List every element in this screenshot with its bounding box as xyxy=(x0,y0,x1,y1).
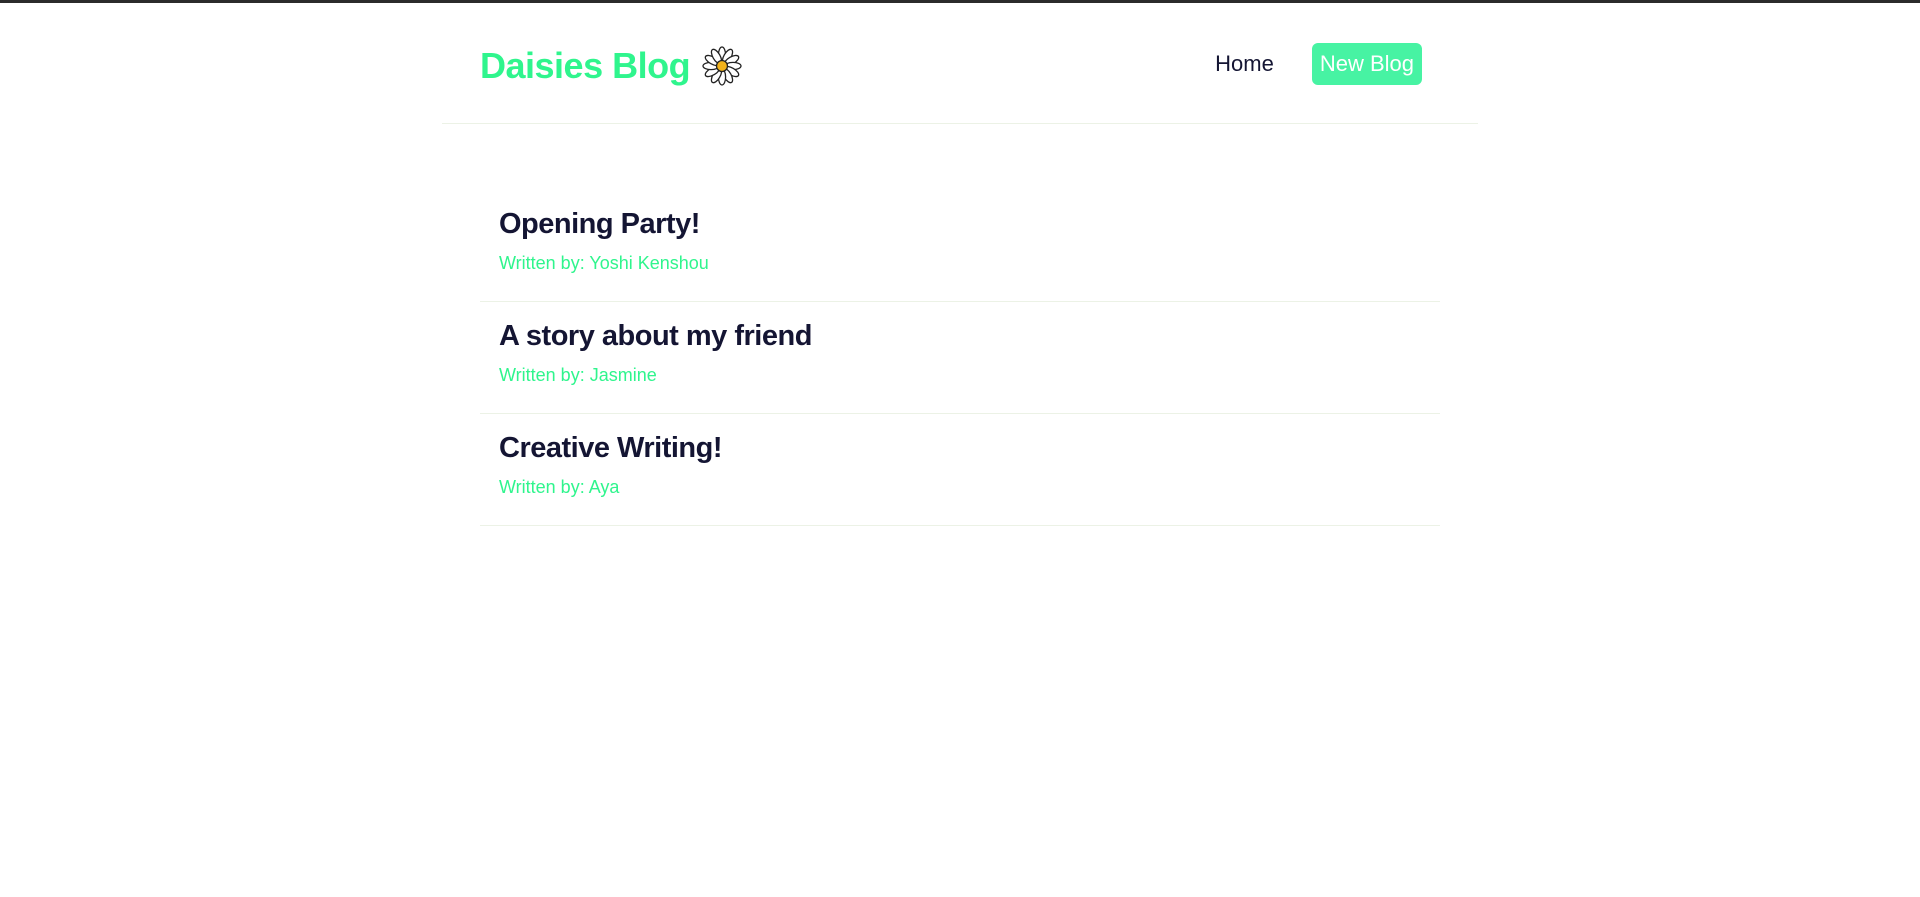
blog-title[interactable]: Creative Writing! xyxy=(499,430,1421,466)
blog-preview[interactable]: Creative Writing! Written by: Aya xyxy=(480,414,1440,526)
daisy-icon xyxy=(702,46,742,86)
new-blog-button[interactable]: New Blog xyxy=(1311,43,1422,85)
nav-home-link[interactable]: Home xyxy=(1215,51,1274,77)
nav-links: Home New Blog xyxy=(1215,43,1422,85)
site-brand: Daisies Blog xyxy=(480,41,742,91)
site-title: Daisies Blog xyxy=(480,45,691,86)
blog-title[interactable]: A story about my friend xyxy=(499,318,1421,354)
navbar: Daisies Blog Home New Blog xyxy=(442,3,1478,124)
blog-list: Opening Party! Written by: Yoshi Kenshou… xyxy=(480,190,1440,526)
blog-author: Written by: Aya xyxy=(499,477,620,497)
blog-title[interactable]: Opening Party! xyxy=(499,206,1421,242)
blog-preview[interactable]: A story about my friend Written by: Jasm… xyxy=(480,302,1440,414)
blog-author: Written by: Yoshi Kenshou xyxy=(499,253,709,273)
blog-preview[interactable]: Opening Party! Written by: Yoshi Kenshou xyxy=(480,190,1440,302)
blog-author: Written by: Jasmine xyxy=(499,365,657,385)
